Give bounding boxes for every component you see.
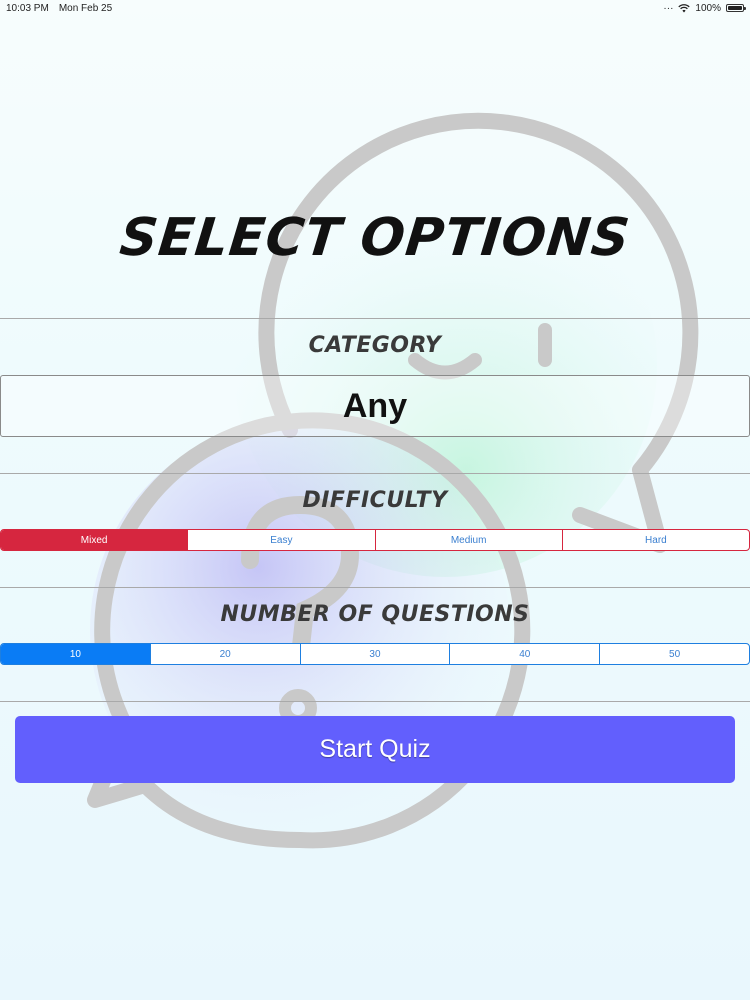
status-bar: 10:03 PM Mon Feb 25 ··· 100%	[0, 0, 750, 16]
divider	[0, 701, 750, 702]
category-value: Any	[342, 386, 408, 425]
battery-icon	[726, 4, 746, 12]
battery-percent: 100%	[695, 2, 721, 14]
difficulty-option-easy[interactable]: Easy	[187, 530, 374, 550]
difficulty-option-hard[interactable]: Hard	[561, 530, 749, 550]
status-date: Mon Feb 25	[58, 2, 113, 14]
page-title: SELECT OPTIONS	[117, 208, 633, 268]
difficulty-option-mixed[interactable]: Mixed	[1, 530, 188, 550]
divider	[0, 473, 750, 474]
signal-dots-icon: ···	[663, 2, 674, 14]
divider	[0, 587, 750, 588]
difficulty-segmented-control[interactable]: Mixed Easy Medium Hard	[0, 529, 750, 551]
questions-option-40[interactable]: 40	[449, 644, 599, 664]
questions-option-50[interactable]: 50	[599, 644, 749, 664]
difficulty-option-medium[interactable]: Medium	[374, 530, 562, 550]
wifi-icon	[678, 3, 691, 12]
status-time: 10:03 PM	[6, 2, 49, 14]
questions-option-10[interactable]: 10	[1, 644, 150, 664]
start-quiz-button[interactable]: Start Quiz	[15, 716, 735, 783]
category-label: CATEGORY	[308, 333, 442, 358]
questions-label: NUMBER OF QUESTIONS	[220, 602, 530, 627]
questions-option-30[interactable]: 30	[299, 644, 450, 664]
category-picker[interactable]: Any	[0, 375, 750, 437]
questions-option-20[interactable]: 20	[149, 644, 300, 664]
questions-segmented-control[interactable]: 10 20 30 40 50	[0, 643, 750, 665]
difficulty-label: DIFFICULTY	[302, 488, 448, 513]
divider	[0, 318, 750, 319]
